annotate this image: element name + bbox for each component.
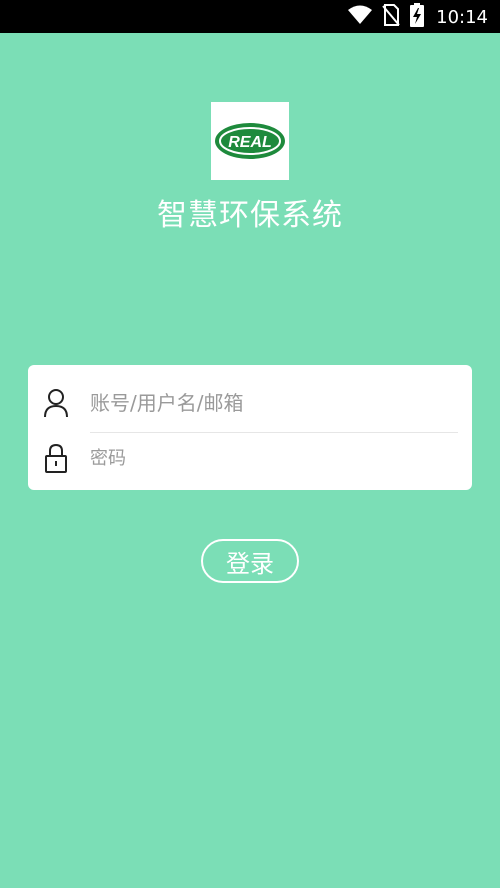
app-logo: REAL — [211, 102, 289, 180]
wifi-icon — [348, 5, 373, 29]
login-button[interactable]: 登录 — [201, 539, 299, 583]
app-title: 智慧环保系统 — [157, 198, 343, 233]
username-input[interactable] — [90, 383, 458, 423]
login-card — [28, 365, 472, 490]
status-time: 10:14 — [436, 6, 488, 28]
username-row — [28, 375, 472, 431]
user-icon — [42, 387, 70, 419]
status-icons: 10:14 — [348, 3, 488, 31]
real-logo-graphic: REAL — [215, 123, 285, 159]
battery-charging-icon — [410, 3, 425, 31]
no-sim-icon — [382, 4, 400, 30]
password-row — [28, 433, 472, 483]
logo-text: REAL — [228, 134, 272, 151]
lock-icon — [42, 442, 70, 474]
status-bar: 10:14 — [0, 0, 500, 33]
password-input[interactable] — [90, 438, 458, 478]
